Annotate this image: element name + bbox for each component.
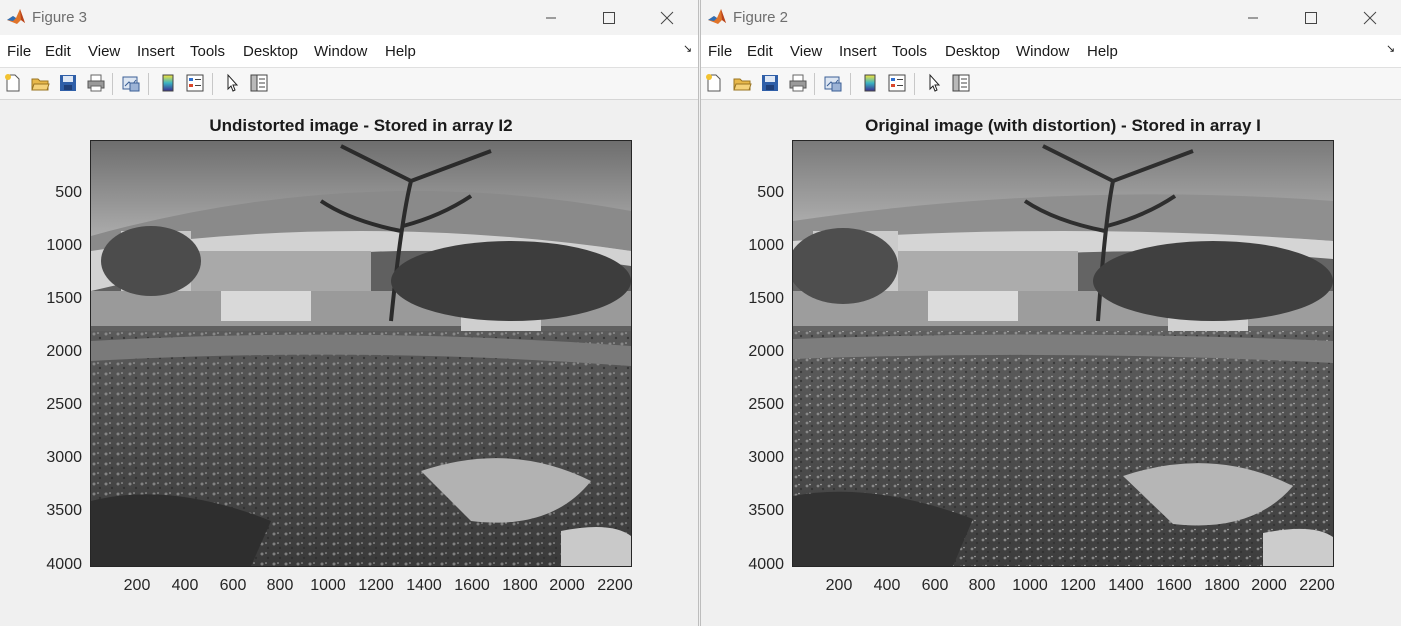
y-tick-label: 2500 bbox=[748, 396, 784, 413]
toolbar-separator bbox=[212, 73, 213, 95]
save-icon[interactable] bbox=[760, 73, 780, 93]
menu-insert[interactable]: Insert bbox=[137, 43, 175, 60]
menu-tools[interactable]: Tools bbox=[892, 43, 927, 60]
open-file-icon[interactable] bbox=[732, 73, 752, 93]
menu-edit[interactable]: Edit bbox=[45, 43, 71, 60]
close-button[interactable] bbox=[1341, 0, 1399, 35]
menu-view[interactable]: View bbox=[88, 43, 120, 60]
y-tick-label: 3000 bbox=[46, 449, 82, 466]
menu-tools[interactable]: Tools bbox=[190, 43, 225, 60]
link-plot-icon[interactable] bbox=[823, 73, 843, 93]
close-button[interactable] bbox=[638, 0, 696, 35]
menu-window[interactable]: Window bbox=[1016, 43, 1069, 60]
toolbar-separator bbox=[914, 73, 915, 95]
y-tick-label: 1500 bbox=[748, 290, 784, 307]
close-icon bbox=[660, 11, 674, 24]
grayscale-pond-photo bbox=[91, 141, 631, 566]
menu-help[interactable]: Help bbox=[385, 43, 416, 60]
property-inspector-icon[interactable] bbox=[951, 73, 971, 93]
link-plot-icon[interactable] bbox=[121, 73, 141, 93]
image-axes[interactable] bbox=[90, 140, 632, 567]
figure-window-right: Figure 2 File Edit View Insert Tools Des… bbox=[700, 0, 1401, 626]
edit-plot-arrow-icon[interactable] bbox=[222, 73, 242, 93]
y-tick-label: 2500 bbox=[46, 396, 82, 413]
print-icon[interactable] bbox=[86, 73, 106, 93]
menu-file[interactable]: File bbox=[708, 43, 732, 60]
plot-title: Undistorted image - Stored in array I2 bbox=[209, 116, 513, 135]
y-tick-label: 1000 bbox=[46, 237, 82, 254]
insert-legend-icon[interactable] bbox=[887, 73, 907, 93]
insert-legend-icon[interactable] bbox=[185, 73, 205, 93]
matlab-logo-icon bbox=[7, 9, 25, 24]
toolbar-separator bbox=[112, 73, 113, 95]
minimize-icon bbox=[1248, 17, 1258, 18]
figure-window-left: Figure 3 File Edit View Insert Tools Des… bbox=[0, 0, 699, 626]
dock-arrow-icon[interactable]: ↘ bbox=[683, 42, 692, 55]
print-icon[interactable] bbox=[788, 73, 808, 93]
x-tick-label: 2200 bbox=[597, 577, 633, 594]
dock-arrow-icon[interactable]: ↘ bbox=[1386, 42, 1395, 55]
window-title: Figure 2 bbox=[733, 9, 789, 26]
figure-toolbar bbox=[0, 68, 698, 100]
menu-file[interactable]: File bbox=[7, 43, 31, 60]
menu-desktop[interactable]: Desktop bbox=[243, 43, 298, 60]
matlab-logo-icon bbox=[708, 9, 726, 24]
y-tick-label: 1000 bbox=[748, 237, 784, 254]
open-file-icon[interactable] bbox=[30, 73, 50, 93]
new-figure-icon[interactable] bbox=[3, 73, 23, 93]
maximize-button[interactable] bbox=[1282, 0, 1340, 35]
menu-bar: File Edit View Insert Tools Desktop Wind… bbox=[0, 35, 698, 68]
y-tick-label: 4000 bbox=[748, 556, 784, 573]
y-tick-label: 3000 bbox=[748, 449, 784, 466]
toolbar-separator bbox=[148, 73, 149, 95]
y-tick-label: 500 bbox=[55, 184, 82, 201]
y-tick-label: 3500 bbox=[46, 502, 82, 519]
minimize-icon bbox=[546, 17, 556, 18]
y-tick-label: 1500 bbox=[46, 290, 82, 307]
menu-desktop[interactable]: Desktop bbox=[945, 43, 1000, 60]
title-bar[interactable]: Figure 3 bbox=[0, 0, 698, 35]
y-tick-label: 500 bbox=[757, 184, 784, 201]
title-bar[interactable]: Figure 2 bbox=[701, 0, 1401, 35]
plot-title: Original image (with distortion) - Store… bbox=[865, 116, 1261, 135]
edit-plot-arrow-icon[interactable] bbox=[924, 73, 944, 93]
menu-window[interactable]: Window bbox=[314, 43, 367, 60]
maximize-icon bbox=[1305, 11, 1317, 24]
insert-colorbar-icon[interactable] bbox=[860, 73, 880, 93]
menu-insert[interactable]: Insert bbox=[839, 43, 877, 60]
maximize-icon bbox=[603, 11, 615, 24]
x-tick-label: 2200 bbox=[1299, 577, 1335, 594]
y-tick-label: 2000 bbox=[46, 343, 82, 360]
toolbar-separator bbox=[814, 73, 815, 95]
menu-view[interactable]: View bbox=[790, 43, 822, 60]
menu-bar: File Edit View Insert Tools Desktop Wind… bbox=[701, 35, 1401, 68]
y-tick-label: 4000 bbox=[46, 556, 82, 573]
new-figure-icon[interactable] bbox=[704, 73, 724, 93]
close-icon bbox=[1363, 11, 1377, 24]
minimize-button[interactable] bbox=[1224, 0, 1282, 35]
minimize-button[interactable] bbox=[522, 0, 580, 35]
menu-help[interactable]: Help bbox=[1087, 43, 1118, 60]
y-tick-label: 3500 bbox=[748, 502, 784, 519]
figure-toolbar bbox=[701, 68, 1401, 100]
grayscale-pond-photo bbox=[793, 141, 1333, 566]
window-title: Figure 3 bbox=[32, 9, 88, 26]
image-axes[interactable] bbox=[792, 140, 1334, 567]
save-icon[interactable] bbox=[58, 73, 78, 93]
insert-colorbar-icon[interactable] bbox=[158, 73, 178, 93]
y-tick-label: 2000 bbox=[748, 343, 784, 360]
menu-edit[interactable]: Edit bbox=[747, 43, 773, 60]
toolbar-separator bbox=[850, 73, 851, 95]
maximize-button[interactable] bbox=[580, 0, 638, 35]
property-inspector-icon[interactable] bbox=[249, 73, 269, 93]
